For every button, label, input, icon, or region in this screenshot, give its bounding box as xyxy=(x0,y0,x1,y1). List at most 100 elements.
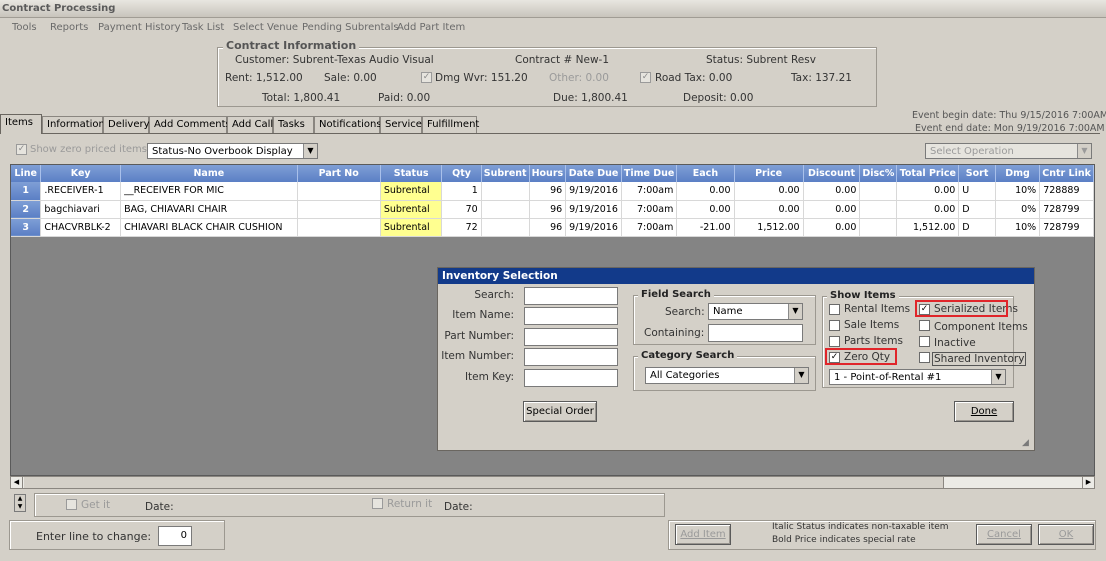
row-subrent[interactable] xyxy=(481,200,530,219)
scroll-right-arrow-icon[interactable]: ▶ xyxy=(1082,477,1094,488)
resize-grip-icon[interactable]: ◢ xyxy=(1022,438,1032,448)
menu-reports[interactable]: Reports xyxy=(50,22,88,33)
row-sort[interactable]: D xyxy=(958,200,996,219)
menu-select-venue[interactable]: Select Venue xyxy=(233,22,298,33)
row-key[interactable]: bagchiavari xyxy=(40,200,122,219)
category-select[interactable]: All Categories ▼ xyxy=(645,367,809,384)
row-discount[interactable]: 0.00 xyxy=(803,182,861,201)
row-key[interactable]: CHACVRBLK-2 xyxy=(40,218,122,237)
col-total-price[interactable]: Total Price xyxy=(896,165,960,182)
tab-fulfillment[interactable]: Fulfillment xyxy=(422,116,479,133)
col-price[interactable]: Price xyxy=(734,165,804,182)
col-disc-pct[interactable]: Disc% xyxy=(859,165,898,182)
tab-add-call[interactable]: Add Call xyxy=(227,116,273,133)
parts-items-checkbox[interactable] xyxy=(829,336,840,347)
done-button[interactable]: Done xyxy=(954,401,1014,422)
return-it-checkbox[interactable] xyxy=(372,498,383,509)
table-row[interactable]: 2 bagchiavari BAG, CHIAVARI CHAIR Subren… xyxy=(11,200,1094,219)
rental-items-checkbox[interactable] xyxy=(829,304,840,315)
table-row[interactable]: 3 CHACVRBLK-2 CHIAVARI BLACK CHAIR CUSHI… xyxy=(11,218,1094,237)
tab-notifications[interactable]: Notifications xyxy=(314,116,382,133)
row-line[interactable]: 1 xyxy=(11,182,42,201)
sale-items-checkbox[interactable] xyxy=(829,320,840,331)
tab-tasks[interactable]: Tasks xyxy=(273,116,314,133)
get-it-checkbox[interactable] xyxy=(66,499,77,510)
menu-task-list[interactable]: Task List xyxy=(182,22,224,33)
row-total-price[interactable]: 0.00 xyxy=(896,182,960,201)
row-sort[interactable]: D xyxy=(958,218,996,237)
row-qty[interactable]: 72 xyxy=(441,218,482,237)
row-part-no[interactable] xyxy=(297,218,381,237)
row-price[interactable]: 0.00 xyxy=(734,200,804,219)
row-line[interactable]: 3 xyxy=(11,218,42,237)
item-number-input[interactable] xyxy=(524,348,618,366)
line-spinner[interactable]: ▲ ▼ xyxy=(14,494,26,512)
row-line[interactable]: 2 xyxy=(11,200,42,219)
row-dmg[interactable]: 0% xyxy=(995,200,1041,219)
part-number-input[interactable] xyxy=(524,328,618,346)
row-cntr-link[interactable]: 728799 xyxy=(1039,200,1094,219)
col-subrent[interactable]: Subrent xyxy=(481,165,530,182)
cancel-button[interactable]: Cancel xyxy=(976,524,1032,545)
ok-button[interactable]: OK xyxy=(1038,524,1094,545)
inactive-checkbox[interactable] xyxy=(919,336,930,347)
row-time-due[interactable]: 7:00am xyxy=(621,218,678,237)
col-part-no[interactable]: Part No xyxy=(297,165,381,182)
col-sort[interactable]: Sort xyxy=(958,165,996,182)
row-date-due[interactable]: 9/19/2016 xyxy=(565,218,622,237)
col-key[interactable]: Key xyxy=(40,165,122,182)
col-line[interactable]: Line xyxy=(11,165,42,182)
scroll-left-arrow-icon[interactable]: ◀ xyxy=(11,477,23,488)
containing-input[interactable] xyxy=(708,324,803,342)
col-dmg[interactable]: Dmg xyxy=(995,165,1041,182)
row-discount[interactable]: 0.00 xyxy=(803,218,861,237)
item-name-input[interactable] xyxy=(524,307,618,325)
col-date-due[interactable]: Date Due xyxy=(565,165,622,182)
overbook-display-select[interactable]: Status-No Overbook Display ▼ xyxy=(147,143,318,159)
row-name[interactable]: BAG, CHIAVARI CHAIR xyxy=(120,200,298,219)
col-status[interactable]: Status xyxy=(380,165,443,182)
tab-information[interactable]: Information xyxy=(42,116,105,133)
row-qty[interactable]: 70 xyxy=(441,200,482,219)
row-status[interactable]: Subrental xyxy=(380,182,443,201)
row-dmg[interactable]: 10% xyxy=(995,182,1041,201)
row-disc-pct[interactable] xyxy=(859,200,898,219)
scroll-thumb[interactable] xyxy=(24,477,944,488)
menu-tools[interactable]: Tools xyxy=(12,22,37,33)
row-subrent[interactable] xyxy=(481,218,530,237)
menu-pending-subrentals[interactable]: Pending Subrentals xyxy=(302,22,399,33)
row-price[interactable]: 1,512.00 xyxy=(734,218,804,237)
show-zero-checkbox[interactable]: ✓ xyxy=(16,144,27,155)
row-hours[interactable]: 96 xyxy=(529,182,567,201)
col-time-due[interactable]: Time Due xyxy=(621,165,678,182)
row-price[interactable]: 0.00 xyxy=(734,182,804,201)
row-total-price[interactable]: 1,512.00 xyxy=(896,218,960,237)
row-status[interactable]: Subrental xyxy=(380,200,443,219)
enter-line-input[interactable]: 0 xyxy=(158,526,192,546)
col-hours[interactable]: Hours xyxy=(529,165,567,182)
row-cntr-link[interactable]: 728889 xyxy=(1039,182,1094,201)
row-part-no[interactable] xyxy=(297,182,381,201)
col-name[interactable]: Name xyxy=(120,165,298,182)
row-key[interactable]: .RECEIVER-1 xyxy=(40,182,122,201)
row-each[interactable]: 0.00 xyxy=(676,182,735,201)
menu-payment-history[interactable]: Payment History xyxy=(98,22,181,33)
col-cntr-link[interactable]: Cntr Link xyxy=(1039,165,1094,182)
row-part-no[interactable] xyxy=(297,200,381,219)
tab-add-comments[interactable]: Add Comments xyxy=(149,116,231,133)
search-input[interactable] xyxy=(524,287,618,305)
tab-service[interactable]: Service xyxy=(380,116,422,133)
field-search-select[interactable]: Name ▼ xyxy=(708,303,803,320)
row-name[interactable]: CHIAVARI BLACK CHAIR CUSHION xyxy=(120,218,298,237)
row-disc-pct[interactable] xyxy=(859,182,898,201)
tab-delivery[interactable]: Delivery xyxy=(103,116,150,133)
col-discount[interactable]: Discount xyxy=(803,165,861,182)
row-each[interactable]: -21.00 xyxy=(676,218,735,237)
row-hours[interactable]: 96 xyxy=(529,218,567,237)
row-date-due[interactable]: 9/19/2016 xyxy=(565,200,622,219)
row-subrent[interactable] xyxy=(481,182,530,201)
special-order-button[interactable]: Special Order xyxy=(523,401,597,422)
table-row[interactable]: 1 .RECEIVER-1 __RECEIVER FOR MIC Subrent… xyxy=(11,182,1094,201)
tab-items[interactable]: Items xyxy=(0,114,42,134)
select-operation-select[interactable]: Select Operation ▼ xyxy=(925,143,1092,159)
